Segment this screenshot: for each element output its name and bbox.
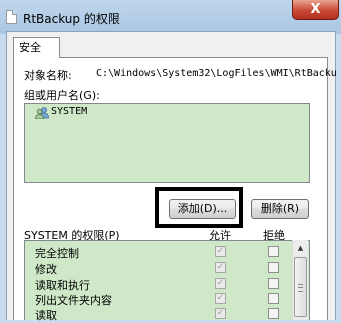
- object-name-value: C:\Windows\System32\LogFiles\WMI\RtBacku: [96, 68, 337, 79]
- deny-checkbox[interactable]: [268, 308, 279, 319]
- allow-checkbox[interactable]: ✓: [215, 278, 226, 289]
- document-icon: [6, 10, 17, 24]
- permission-name: 读取和执行: [35, 279, 90, 292]
- deny-checkbox[interactable]: [268, 246, 279, 257]
- allow-checkbox[interactable]: ✓: [215, 308, 226, 319]
- permission-name: 列出文件夹内容: [35, 294, 112, 307]
- allow-checkbox[interactable]: ✓: [215, 246, 226, 257]
- permission-name: 完全控制: [35, 247, 79, 260]
- scrollbar-thumb[interactable]: [294, 257, 307, 317]
- scroll-up-arrow-icon[interactable]: ▲: [293, 240, 308, 256]
- remove-button[interactable]: 删除(R): [251, 199, 309, 219]
- permission-name: 修改: [35, 263, 57, 276]
- title-bar: RtBackup 的权限 X: [0, 0, 341, 34]
- user-item-system[interactable]: SYSTEM: [51, 106, 87, 117]
- highlight-box: [155, 187, 243, 228]
- permissions-scrollbar[interactable]: ▲: [292, 240, 308, 320]
- user-group-icon: [35, 107, 49, 119]
- deny-checkbox[interactable]: [268, 262, 279, 273]
- deny-checkbox[interactable]: [268, 278, 279, 289]
- window-title: RtBackup 的权限: [23, 12, 120, 26]
- object-name-label: 对象名称:: [24, 69, 72, 82]
- allow-checkbox[interactable]: ✓: [215, 262, 226, 273]
- users-label: 组或用户名(G):: [24, 89, 100, 102]
- permission-name: 读取: [35, 309, 57, 322]
- tab-security[interactable]: 安全: [13, 37, 60, 58]
- grip-icon: [298, 284, 303, 292]
- allow-checkbox[interactable]: ✓: [215, 293, 226, 304]
- deny-checkbox[interactable]: [268, 293, 279, 304]
- close-button[interactable]: X: [292, 0, 339, 20]
